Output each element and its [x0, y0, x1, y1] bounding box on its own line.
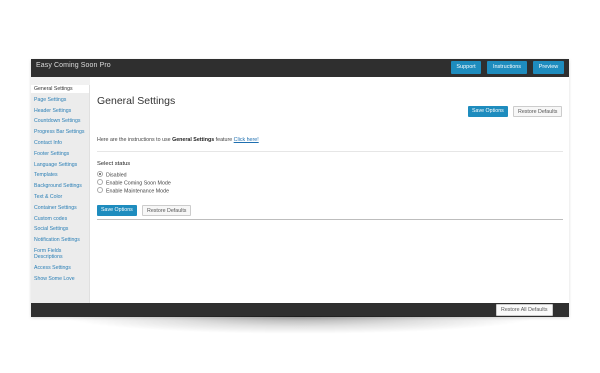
- sidebar-item-general-settings[interactable]: General Settings: [31, 85, 89, 93]
- save-options-button-bottom[interactable]: Save Options: [97, 205, 137, 216]
- instructions-link[interactable]: Click here!: [234, 137, 259, 143]
- sidebar-item-show-some-love[interactable]: Show Some Love: [31, 276, 89, 282]
- sidebar-item-templates[interactable]: Templates: [31, 172, 89, 178]
- page-title: General Settings: [97, 95, 176, 107]
- sidebar-item-custom-codes[interactable]: Custom codes: [31, 216, 89, 222]
- preview-button[interactable]: Preview: [533, 61, 564, 74]
- radio-icon[interactable]: [97, 179, 103, 185]
- status-option-label: Enable Maintenance Mode: [106, 188, 170, 195]
- status-label: Select status: [97, 161, 131, 167]
- restore-defaults-button-top[interactable]: Restore Defaults: [513, 106, 563, 117]
- sidebar-item-form-fields-descriptions[interactable]: Form Fields Descriptions: [31, 248, 89, 260]
- top-bar: Easy Coming Soon Pro Support Instruction…: [31, 59, 569, 77]
- section-divider: [97, 151, 563, 152]
- intro-feature-name: General Settings: [172, 137, 215, 143]
- sidebar-item-access-settings[interactable]: Access Settings: [31, 265, 89, 271]
- sidebar-item-social-settings[interactable]: Social Settings: [31, 226, 89, 232]
- sidebar-nav: General Settings Page Settings Header Se…: [31, 85, 90, 303]
- status-option-label: Disabled: [106, 172, 127, 179]
- save-options-button-top[interactable]: Save Options: [468, 106, 508, 117]
- intro-prefix: Here are the instructions to use: [97, 137, 171, 143]
- status-option-coming-soon[interactable]: Enable Coming Soon Mode: [97, 179, 171, 187]
- status-option-maintenance[interactable]: Enable Maintenance Mode: [97, 187, 170, 195]
- instructions-button[interactable]: Instructions: [487, 61, 527, 74]
- sidebar-item-text-color[interactable]: Text & Color: [31, 194, 89, 200]
- sidebar-item-container-settings[interactable]: Container Settings: [31, 205, 89, 211]
- sidebar-item-page-settings[interactable]: Page Settings: [31, 97, 89, 103]
- sidebar-item-contact-info[interactable]: Contact Info: [31, 140, 89, 146]
- sidebar-item-progress-bar-settings[interactable]: Progress Bar Settings: [31, 129, 89, 135]
- sidebar-item-notification-settings[interactable]: Notification Settings: [31, 237, 89, 243]
- intro-middle: feature: [215, 137, 233, 143]
- bottom-bar: Restore All Defaults: [31, 303, 569, 317]
- restore-defaults-button-bottom[interactable]: Restore Defaults: [142, 205, 192, 216]
- support-button[interactable]: Support: [451, 61, 481, 74]
- app-title: Easy Coming Soon Pro: [36, 62, 111, 69]
- restore-all-defaults-button[interactable]: Restore All Defaults: [496, 304, 553, 316]
- sidebar-item-countdown-settings[interactable]: Countdown Settings: [31, 118, 89, 124]
- sidebar-item-background-settings[interactable]: Background Settings: [31, 183, 89, 189]
- panel-drop-shadow: [60, 316, 540, 334]
- form-bottom-divider: [97, 219, 563, 220]
- plugin-panel: Easy Coming Soon Pro Support Instruction…: [31, 59, 569, 317]
- instructions-text: Here are the instructions to use General…: [97, 137, 259, 143]
- main-content: General Settings Save Options Restore De…: [90, 77, 569, 303]
- status-option-disabled[interactable]: Disabled: [97, 171, 127, 179]
- sidebar-item-footer-settings[interactable]: Footer Settings: [31, 151, 89, 157]
- status-option-label: Enable Coming Soon Mode: [106, 180, 171, 187]
- radio-icon[interactable]: [97, 187, 103, 193]
- sidebar-item-language-settings[interactable]: Language Settings: [31, 162, 89, 168]
- sidebar-item-header-settings[interactable]: Header Settings: [31, 108, 89, 114]
- radio-checked-icon[interactable]: [97, 171, 103, 177]
